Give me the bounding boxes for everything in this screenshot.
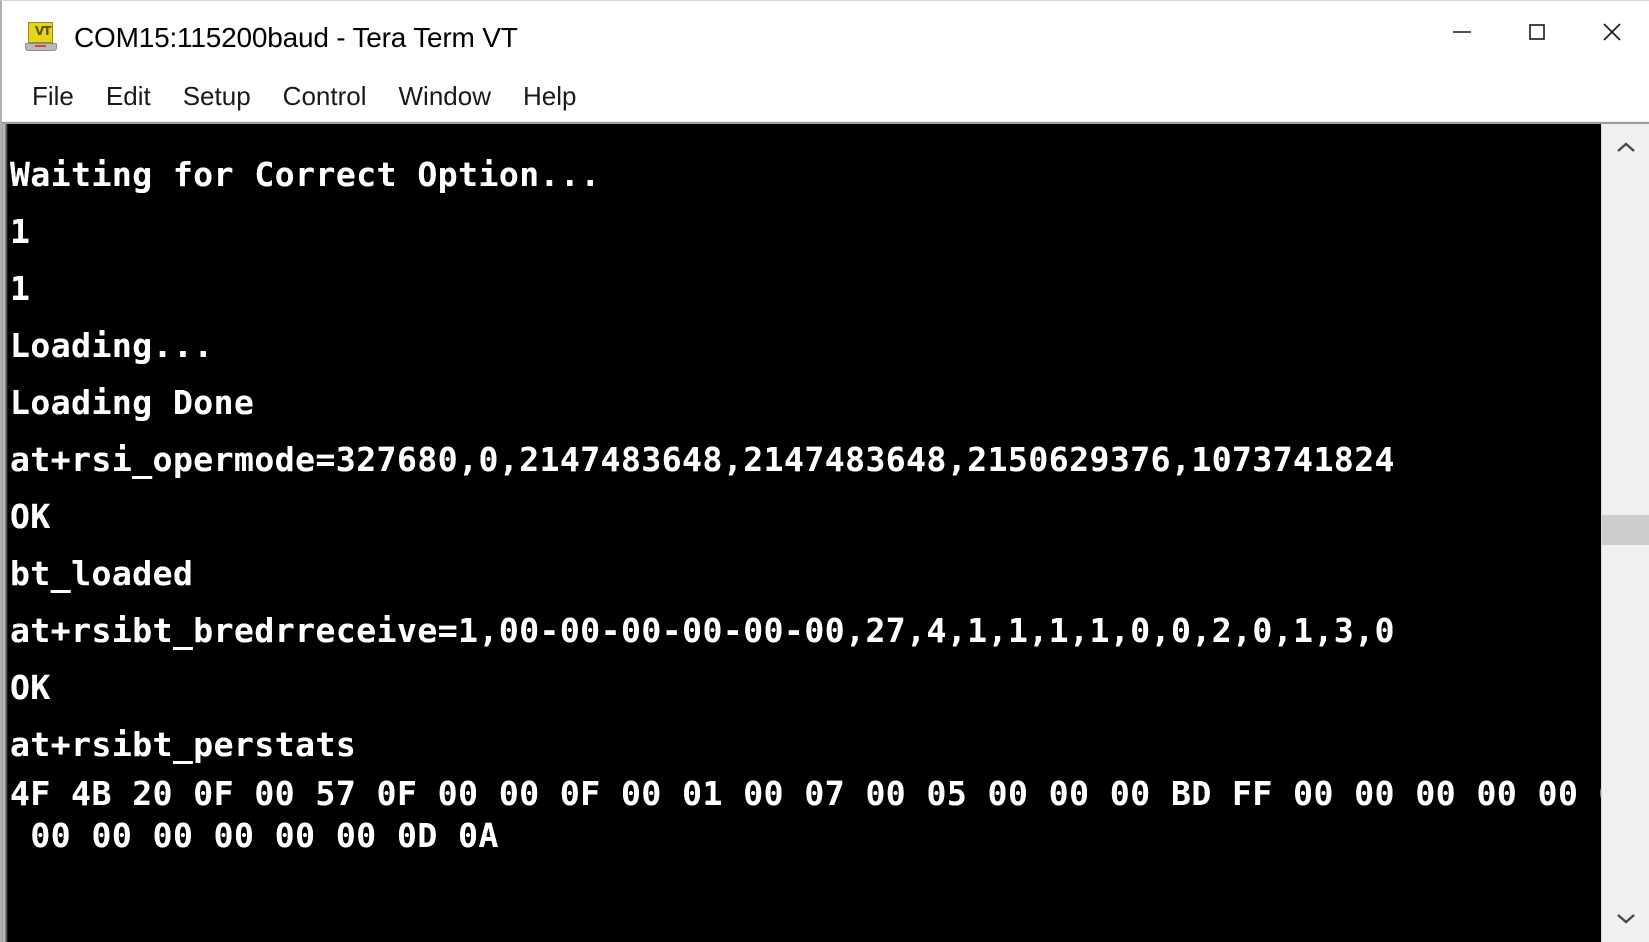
scrollbar-track[interactable] xyxy=(1602,172,1649,894)
terminal-line: Waiting for Correct Option... xyxy=(10,155,601,194)
menu-item-edit[interactable]: Edit xyxy=(90,79,167,118)
maximize-icon xyxy=(1528,24,1545,40)
terminal-line: OK xyxy=(10,668,51,707)
window-controls xyxy=(1424,1,1649,63)
terminal-line: Loading Done xyxy=(10,383,255,422)
menu-item-control[interactable]: Control xyxy=(267,79,383,118)
window-title: COM15:115200baud - Tera Term VT xyxy=(74,22,518,53)
terminal-line: 1 xyxy=(10,212,31,251)
menu-item-help[interactable]: Help xyxy=(507,79,592,118)
terminal-line: 1 xyxy=(10,269,31,308)
vertical-scrollbar[interactable] xyxy=(1601,124,1649,942)
close-icon xyxy=(1602,23,1621,41)
menu-item-setup[interactable]: Setup xyxy=(167,79,267,118)
minimize-button[interactable] xyxy=(1424,1,1499,63)
scrollbar-down-button[interactable] xyxy=(1602,894,1649,942)
teraterm-vt-icon: VT xyxy=(24,20,60,56)
menu-bar: File Edit Setup Control Window Help xyxy=(2,75,1649,122)
icon-screen-shape: VT xyxy=(28,22,53,43)
minimize-icon xyxy=(1452,31,1471,33)
icon-hinge-shape xyxy=(35,45,46,47)
terminal-line: Loading... xyxy=(10,326,214,365)
terminal-output[interactable]: Waiting for Correct Option... 1 1 Loadin… xyxy=(8,124,1601,942)
terminal-line: at+rsibt_bredrreceive=1,00-00-00-00-00-0… xyxy=(10,611,1396,650)
menu-item-file[interactable]: File xyxy=(16,79,90,118)
menu-item-window[interactable]: Window xyxy=(383,79,507,118)
title-bar: VT COM15:115200baud - Tera Term VT xyxy=(2,1,1649,75)
scrollbar-thumb[interactable] xyxy=(1602,514,1649,545)
terminal-line: bt_loaded xyxy=(10,554,194,593)
terminal-area: Waiting for Correct Option... 1 1 Loadin… xyxy=(2,122,1649,942)
scrollbar-up-button[interactable] xyxy=(1602,124,1649,172)
tera-term-window: VT COM15:115200baud - Tera Term VT File … xyxy=(0,0,1649,942)
close-button[interactable] xyxy=(1574,1,1649,63)
terminal-hex-line: 00 00 00 00 00 00 0D 0A xyxy=(10,816,499,855)
terminal-line: OK xyxy=(10,497,51,536)
terminal-line: at+rsi_opermode=327680,0,2147483648,2147… xyxy=(10,440,1396,479)
icon-vt-label: VT xyxy=(35,24,52,38)
maximize-button[interactable] xyxy=(1499,1,1574,63)
terminal-hex-line: 4F 4B 20 0F 00 57 0F 00 00 0F 00 01 00 0… xyxy=(10,774,1601,813)
chevron-down-icon xyxy=(1616,914,1635,924)
terminal-line: at+rsibt_perstats xyxy=(10,725,357,764)
chevron-up-icon xyxy=(1616,142,1635,152)
